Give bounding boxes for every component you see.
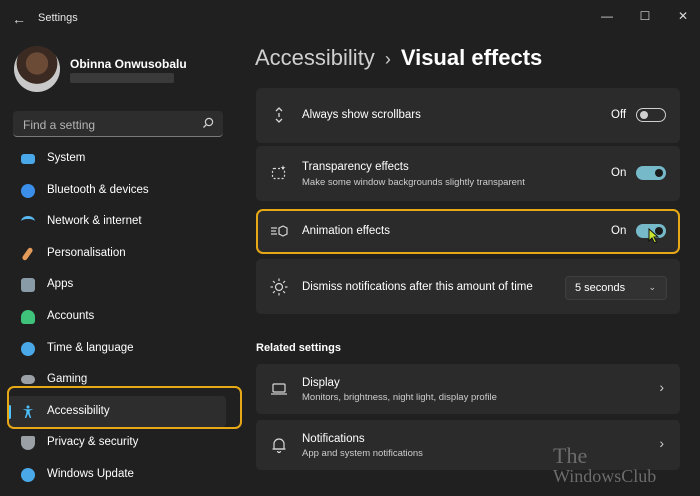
sidebar-item-label: Time & language bbox=[47, 341, 134, 354]
animation-highlight-box bbox=[256, 209, 680, 254]
chevron-right-icon: › bbox=[659, 435, 664, 451]
transparency-icon bbox=[271, 165, 286, 180]
user-email-redacted bbox=[70, 73, 174, 83]
setting-title: Dismiss notifications after this amount … bbox=[302, 281, 533, 293]
sidebar-nav: System Bluetooth & devices Network & int… bbox=[8, 143, 226, 491]
title-bar: ← Settings — ☐ ✕ bbox=[0, 0, 700, 38]
sidebar-item-label: Gaming bbox=[47, 373, 88, 386]
transparency-toggle[interactable] bbox=[636, 166, 666, 180]
sidebar-item-privacy-security[interactable]: Privacy & security bbox=[8, 427, 226, 459]
sidebar-item-network[interactable]: Network & internet bbox=[8, 206, 226, 238]
page-title: Visual effects bbox=[400, 45, 543, 70]
breadcrumb-parent[interactable]: Accessibility bbox=[255, 45, 375, 70]
sidebar-item-system[interactable]: System bbox=[8, 143, 226, 175]
window-title: Settings bbox=[38, 12, 78, 24]
notification-timeout-dropdown[interactable]: 5 seconds ⌄ bbox=[565, 276, 667, 300]
mouse-cursor-icon bbox=[648, 228, 660, 244]
search-icon[interactable] bbox=[201, 116, 215, 130]
sidebar-item-label: System bbox=[47, 152, 86, 164]
setting-title: Always show scrollbars bbox=[302, 109, 421, 121]
user-name: Obinna Onwusobalu bbox=[70, 57, 187, 71]
monitor-icon bbox=[21, 154, 35, 164]
scrollbars-setting-card: Always show scrollbars Off bbox=[256, 88, 680, 143]
shield-icon bbox=[21, 436, 35, 451]
watermark: The WindowsClub bbox=[553, 443, 657, 487]
close-button[interactable]: ✕ bbox=[666, 4, 700, 28]
sidebar-item-label: Privacy & security bbox=[47, 436, 139, 449]
bell-icon bbox=[272, 438, 286, 454]
maximize-button[interactable]: ☐ bbox=[628, 4, 662, 28]
breadcrumb: Accessibility › Visual effects bbox=[255, 45, 542, 71]
setting-title: Notifications bbox=[302, 433, 365, 445]
back-arrow-icon[interactable]: ← bbox=[10, 10, 28, 28]
accessibility-highlight-box bbox=[7, 386, 242, 429]
bluetooth-icon bbox=[21, 183, 35, 198]
setting-title: Display bbox=[302, 377, 340, 389]
sidebar-item-time-language[interactable]: Time & language bbox=[8, 333, 226, 365]
toggle-state-label: Off bbox=[611, 109, 627, 121]
sidebar-item-label: Apps bbox=[47, 278, 74, 291]
update-icon bbox=[21, 467, 35, 482]
apps-icon bbox=[21, 278, 35, 293]
avatar bbox=[14, 46, 60, 92]
sidebar-item-windows-update[interactable]: Windows Update bbox=[8, 459, 226, 491]
sun-icon bbox=[270, 278, 288, 296]
chevron-down-icon: ⌄ bbox=[648, 282, 656, 292]
wifi-icon bbox=[21, 216, 35, 227]
sidebar-item-label: Network & internet bbox=[47, 215, 142, 228]
setting-title: Transparency effects bbox=[302, 161, 409, 173]
globe-clock-icon bbox=[21, 341, 35, 356]
sidebar-item-bluetooth[interactable]: Bluetooth & devices bbox=[8, 175, 226, 207]
sidebar-item-label: Accounts bbox=[47, 309, 95, 322]
search-input[interactable] bbox=[21, 116, 195, 134]
breadcrumb-separator: › bbox=[384, 49, 391, 69]
sidebar-item-personalisation[interactable]: Personalisation bbox=[8, 238, 226, 270]
sidebar-item-accounts[interactable]: Accounts bbox=[8, 301, 226, 333]
scrollbars-toggle[interactable] bbox=[636, 108, 666, 122]
setting-description: Make some window backgrounds slightly tr… bbox=[302, 177, 525, 188]
search-box[interactable] bbox=[13, 111, 223, 137]
related-display-card[interactable]: Display Monitors, brightness, night ligh… bbox=[256, 364, 680, 414]
gamepad-icon bbox=[21, 375, 35, 385]
sidebar-item-label: Bluetooth & devices bbox=[47, 183, 149, 196]
section-heading: Related settings bbox=[256, 342, 341, 354]
scrollbar-arrows-icon bbox=[275, 107, 283, 123]
sidebar-item-apps[interactable]: Apps bbox=[8, 269, 226, 301]
sidebar-item-label: Personalisation bbox=[47, 246, 126, 259]
laptop-icon bbox=[271, 383, 287, 395]
user-profile[interactable]: Obinna Onwusobalu bbox=[14, 46, 234, 96]
chevron-right-icon: › bbox=[659, 379, 664, 395]
sidebar-item-label: Windows Update bbox=[47, 467, 134, 480]
toggle-state-label: On bbox=[611, 167, 627, 179]
transparency-setting-card: Transparency effects Make some window ba… bbox=[256, 146, 680, 201]
setting-description: Monitors, brightness, night light, displ… bbox=[302, 392, 497, 403]
minimize-button[interactable]: — bbox=[590, 4, 624, 28]
dropdown-value: 5 seconds bbox=[575, 282, 626, 294]
setting-description: App and system notifications bbox=[302, 448, 423, 459]
person-icon bbox=[21, 309, 35, 324]
brush-icon bbox=[21, 246, 34, 261]
